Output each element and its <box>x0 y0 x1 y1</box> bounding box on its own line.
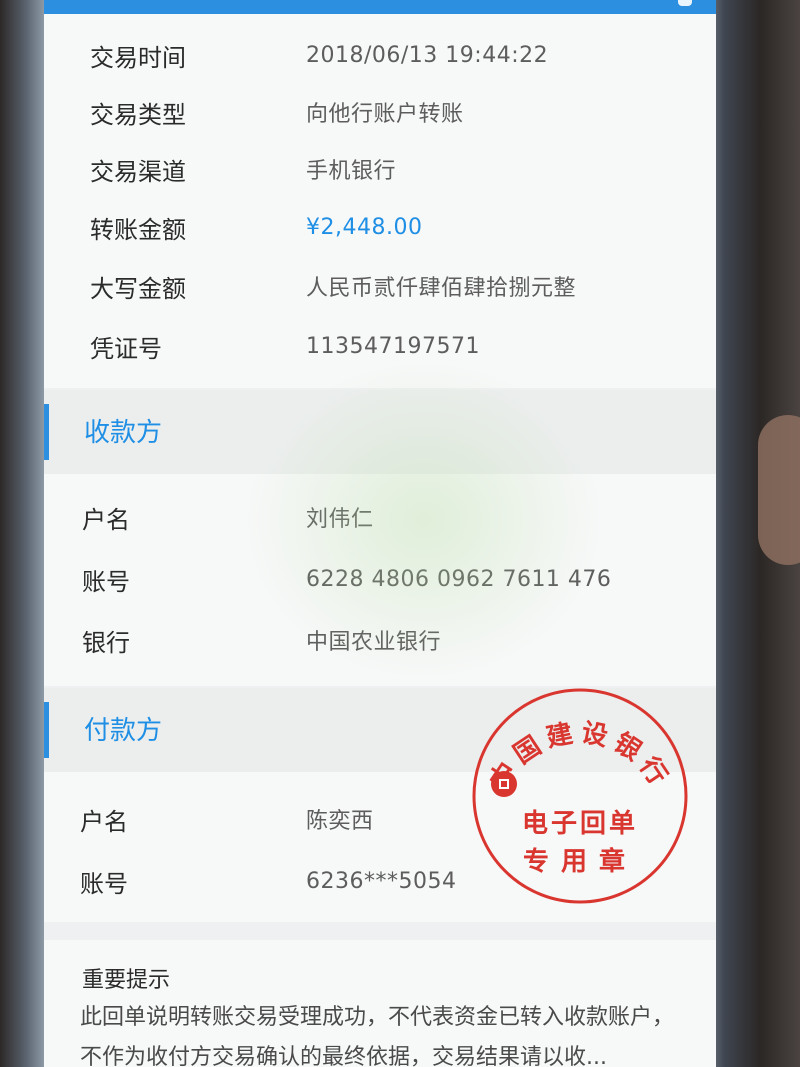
detail-label: 转账金额 <box>90 215 186 244</box>
detail-row-time: 交易时间 2018/06/13 19:44:22 <box>44 26 716 84</box>
detail-label: 账号 <box>82 567 130 596</box>
payee-row-bank: 银行 中国农业银行 <box>44 611 716 669</box>
detail-value: 中国农业银行 <box>306 630 442 655</box>
payee-header: 收款方 <box>44 390 716 474</box>
notice-heading: 重要提示 <box>82 968 171 993</box>
detail-value: 陈奕西 <box>306 809 374 834</box>
detail-value: 手机银行 <box>306 159 397 184</box>
detail-row-amount-words: 大写金额 人民币贰仟肆佰肆拾捌元整 <box>44 257 716 315</box>
top-bar <box>44 0 716 14</box>
payee-row-name: 户名 刘伟仁 <box>44 488 716 546</box>
section-title: 付款方 <box>84 716 163 746</box>
stamp-line1: 电子回单 <box>522 809 638 839</box>
detail-row-type: 交易类型 向他行账户转账 <box>44 83 716 141</box>
detail-label: 凭证号 <box>90 334 162 363</box>
detail-value: 6228 4806 0962 7611 476 <box>306 566 612 592</box>
detail-label: 户名 <box>82 505 130 534</box>
payee-details: 户名 刘伟仁 账号 6228 4806 0962 7611 476 银行 中国农… <box>44 474 716 686</box>
detail-label: 大写金额 <box>90 274 186 303</box>
detail-row-channel: 交易渠道 手机银行 <box>44 140 716 198</box>
ccb-logo-icon <box>491 771 517 797</box>
section-title: 收款方 <box>84 418 163 448</box>
detail-value: 刘伟仁 <box>306 507 374 532</box>
detail-label: 交易渠道 <box>90 157 186 186</box>
section-accent-bar <box>44 404 49 460</box>
detail-value: 6236***5054 <box>306 868 457 894</box>
detail-row-voucher: 凭证号 113547197571 <box>44 317 716 375</box>
section-accent-bar <box>44 702 49 758</box>
finger <box>758 415 800 565</box>
detail-value: 2018/06/13 19:44:22 <box>306 42 549 68</box>
detail-value: 113547197571 <box>306 333 480 359</box>
notice-text: 此回单说明转账交易受理成功，不代表资金已转入收款账户，不作为收付方交易确认的最终… <box>80 1005 675 1067</box>
transaction-details: 交易时间 2018/06/13 19:44:22 交易类型 向他行账户转账 交易… <box>44 14 716 388</box>
important-notice: 重要提示 此回单说明转账交易受理成功，不代表资金已转入收款账户，不作为收付方交易… <box>44 940 716 1067</box>
detail-value: 向他行账户转账 <box>306 102 464 127</box>
detail-label: 交易时间 <box>90 43 186 72</box>
payee-row-account: 账号 6228 4806 0962 7611 476 <box>44 550 716 608</box>
stamp-line2: 专用章 <box>523 846 637 877</box>
share-icon[interactable] <box>678 0 692 6</box>
detail-label: 交易类型 <box>90 100 186 129</box>
detail-label: 账号 <box>80 869 128 898</box>
bank-seal-stamp: 中国建设银行 电子回单 专用章 <box>472 688 688 904</box>
detail-label: 银行 <box>82 628 130 657</box>
detail-row-amount: 转账金额 ¥2,448.00 <box>44 198 716 256</box>
amount-value: ¥2,448.00 <box>306 214 423 240</box>
detail-value: 人民币贰仟肆佰肆拾捌元整 <box>306 276 577 301</box>
detail-label: 户名 <box>80 807 128 836</box>
phone-bezel-left <box>0 0 48 1067</box>
